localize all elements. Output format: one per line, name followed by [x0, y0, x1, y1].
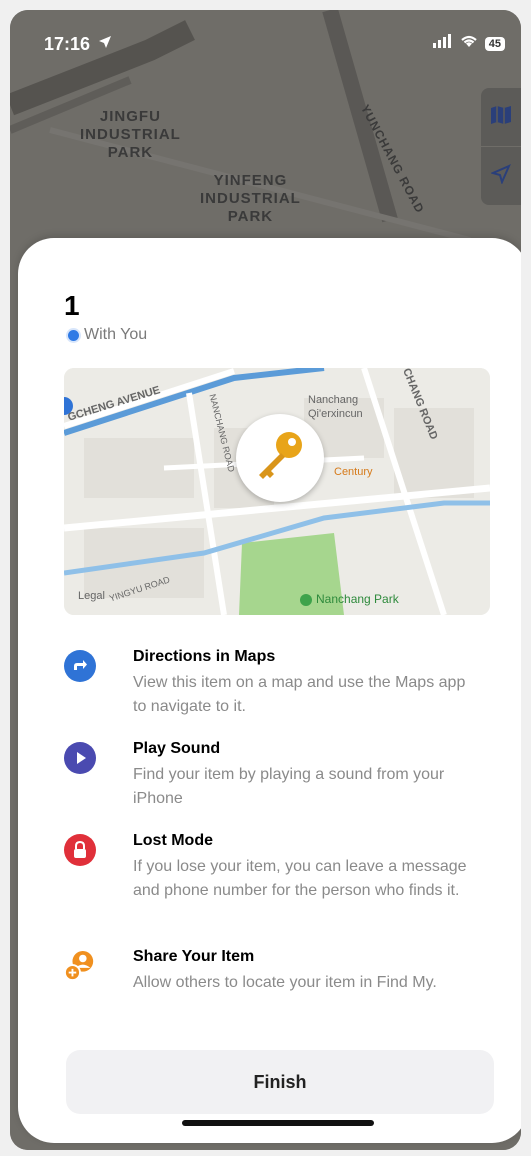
battery-indicator: 45: [484, 36, 505, 51]
map-view-button[interactable]: [481, 88, 521, 146]
action-title: Share Your Item: [133, 948, 255, 965]
share-person-icon: [64, 950, 96, 982]
legal-link[interactable]: Legal: [78, 590, 105, 602]
action-title: Directions in Maps: [133, 648, 276, 665]
map-label-park: Nanchang Park: [316, 592, 399, 606]
map-icon: [490, 105, 512, 130]
item-location-map[interactable]: GCHENG AVENUE NANCHANG ROAD CHANG ROAD N…: [64, 368, 490, 615]
item-pin[interactable]: [236, 414, 324, 502]
directions-icon: [64, 650, 96, 682]
map-label-yinfeng: YINFENG INDUSTRIAL PARK: [200, 172, 301, 225]
action-play-sound[interactable]: Play Sound Find your item by playing a s…: [64, 740, 494, 814]
status-time: 17:16: [44, 34, 91, 54]
action-description: Find your item by playing a sound from y…: [133, 766, 445, 807]
wifi-icon: [459, 34, 479, 53]
location-arrow-icon: [490, 163, 511, 189]
location-arrow-icon: [98, 35, 112, 54]
action-description: If you lose your item, you can leave a m…: [133, 858, 467, 899]
signal-icon: [432, 34, 453, 53]
action-directions[interactable]: Directions in Maps View this item on a m…: [64, 648, 494, 722]
status-bar: 17:16 45: [10, 10, 521, 70]
play-icon: [64, 742, 96, 774]
item-status-label: With You: [84, 326, 148, 343]
map-label-century: Century: [334, 466, 373, 478]
item-name: 1: [64, 290, 80, 321]
action-title: Lost Mode: [133, 832, 213, 849]
status-dot-icon: [68, 329, 79, 341]
action-description: Allow others to locate your item in Find…: [133, 974, 437, 991]
item-sheet: 1 With You GCHENG AVENUE NANCHANG ROAD C…: [18, 238, 521, 1143]
map-label-qierxincun: Qi'erxincun: [308, 408, 363, 420]
action-title: Play Sound: [133, 740, 221, 757]
map-label-nanchang: Nanchang: [308, 394, 359, 406]
lock-icon: [64, 834, 96, 866]
locate-button[interactable]: [481, 147, 521, 205]
key-icon: [251, 427, 309, 490]
action-lost-mode[interactable]: Lost Mode If you lose your item, you can…: [64, 832, 494, 930]
map-label-jingfu: JINGFU INDUSTRIAL PARK: [80, 108, 181, 161]
action-share-item[interactable]: Share Your Item Allow others to locate y…: [64, 948, 494, 1022]
item-status: With You: [68, 326, 147, 344]
finish-button[interactable]: Finish: [66, 1050, 494, 1114]
action-description: View this item on a map and use the Maps…: [133, 674, 466, 715]
phone-screen: 17:16 45 JINGFU INDUSTRIAL PARK YINFENG …: [10, 10, 521, 1150]
home-indicator[interactable]: [182, 1120, 374, 1126]
